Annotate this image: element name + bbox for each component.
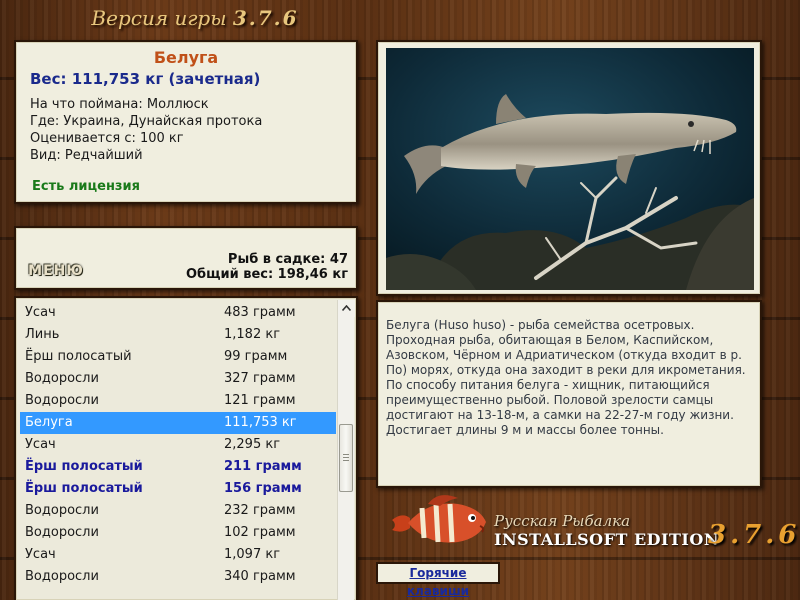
- license-status: Есть лицензия: [32, 179, 140, 194]
- catch-weight: 483 грамм: [224, 305, 296, 320]
- list-item[interactable]: Ёрш полосатый 211 грамм: [20, 456, 336, 478]
- cage-total-weight: Общий вес: 198,46 кг: [185, 267, 348, 282]
- catch-name: Усач: [25, 547, 56, 562]
- logo-edition: INSTALLSOFT EDITION: [494, 530, 719, 549]
- fish-bait: На что поймана: Моллюск: [30, 97, 209, 112]
- catch-name: Водоросли: [25, 503, 99, 518]
- list-item[interactable]: Водоросли 102 грамм: [20, 522, 336, 544]
- catch-list-panel: Усач 483 грамм Линь 1,182 кг Ёрш полосатый 99…: [14, 296, 358, 600]
- cage-stats: Рыб в садке: 47 Общий вес: 198,46 кг: [186, 252, 348, 282]
- catch-name: Водоросли: [25, 569, 99, 584]
- fish-name: Белуга: [153, 48, 219, 67]
- list-item[interactable]: Водоросли 327 грамм: [20, 368, 336, 390]
- logo-version: 3.7.6: [708, 520, 800, 550]
- photo-panel: [376, 40, 762, 296]
- grip-line: [343, 460, 349, 461]
- fish-valued: Оценивается с: 100 кг: [30, 131, 184, 146]
- scroll-up-button[interactable]: [338, 300, 355, 317]
- logo-title: Русская Рыбалка: [494, 512, 631, 530]
- fish-weight: Вес: 111,753 кг (зачетная): [30, 70, 261, 88]
- chevron-up-icon: [341, 304, 352, 312]
- menu-button[interactable]: МЕНЮ: [26, 260, 86, 282]
- list-item[interactable]: Линь 1,182 кг: [20, 324, 336, 346]
- scrollbar[interactable]: [337, 300, 355, 600]
- version-number: 3.7.6: [232, 6, 299, 30]
- catch-name: Водоросли: [25, 371, 99, 386]
- list-item[interactable]: Ёрш полосатый 156 грамм: [20, 478, 336, 500]
- game-logo: Русская Рыбалка INSTALLSOFT EDITION 3.7.…: [382, 490, 800, 556]
- list-item[interactable]: Водоросли 340 грамм: [20, 566, 336, 588]
- red-fish-logo-icon: [392, 495, 486, 543]
- catch-list: Усач 483 грамм Линь 1,182 кг Ёрш полосатый 99…: [20, 302, 336, 588]
- catch-name: Белуга: [25, 415, 73, 430]
- fish-description: Белуга (Huso huso) - рыба семейства осет…: [386, 318, 746, 437]
- catch-weight: 156 грамм: [224, 481, 302, 496]
- catch-name: Ёрш полосатый: [25, 349, 132, 364]
- version-title: Версия игры 3.7.6: [91, 6, 299, 30]
- list-item[interactable]: Усач 1,097 кг: [20, 544, 336, 566]
- catch-name: Усач: [25, 437, 56, 452]
- catch-weight: 1,182 кг: [224, 327, 281, 342]
- catch-name: Водоросли: [25, 393, 99, 408]
- fish-info-panel: Белуга Вес: 111,753 кг (зачетная) На что…: [14, 40, 358, 204]
- scroll-thumb[interactable]: [339, 424, 353, 492]
- catch-weight: 111,753 кг: [224, 415, 297, 430]
- catch-name: Водоросли: [25, 525, 99, 540]
- catch-weight: 121 грамм: [224, 393, 296, 408]
- list-item[interactable]: Усач 2,295 кг: [20, 434, 336, 456]
- beluga-photo: [386, 48, 754, 290]
- catch-weight: 327 грамм: [224, 371, 296, 386]
- cage-fish-count: Рыб в садке: 47: [227, 252, 348, 267]
- list-item[interactable]: Ёрш полосатый 99 грамм: [20, 346, 336, 368]
- list-item[interactable]: Водоросли 121 грамм: [20, 390, 336, 412]
- grip-line: [343, 457, 349, 458]
- grip-line: [343, 454, 349, 455]
- fish-location: Где: Украина, Дунайская протока: [30, 114, 263, 129]
- catch-name: Усач: [25, 305, 56, 320]
- catch-name: Ёрш полосатый: [25, 481, 143, 496]
- catch-weight: 1,097 кг: [224, 547, 281, 562]
- list-item[interactable]: Водоросли 232 грамм: [20, 500, 336, 522]
- list-item[interactable]: Белуга 111,753 кг: [20, 412, 336, 434]
- hotkeys-button[interactable]: Горячие клавиши: [376, 562, 500, 598]
- cage-panel: МЕНЮ Рыб в садке: 47 Общий вес: 198,46 к…: [14, 226, 358, 290]
- catch-name: Ёрш полосатый: [25, 459, 143, 474]
- catch-weight: 232 грамм: [224, 503, 296, 518]
- catch-weight: 2,295 кг: [224, 437, 281, 452]
- catch-name: Линь: [25, 327, 60, 342]
- catch-weight: 340 грамм: [224, 569, 296, 584]
- catch-weight: 102 грамм: [224, 525, 296, 540]
- fish-rarity: Вид: Редчайший: [30, 148, 143, 163]
- catch-weight: 211 грамм: [224, 459, 302, 474]
- catch-weight: 99 грамм: [224, 349, 288, 364]
- list-item[interactable]: Усач 483 грамм: [20, 302, 336, 324]
- description-panel: Белуга (Huso huso) - рыба семейства осет…: [376, 300, 762, 488]
